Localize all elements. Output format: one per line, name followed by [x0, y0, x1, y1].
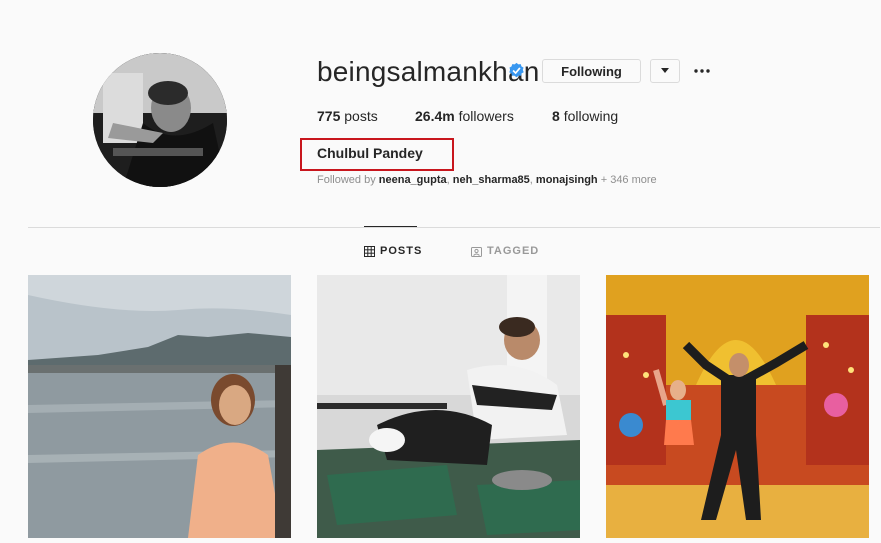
followed-by-text[interactable]: Followed by neena_gupta, neh_sharma85, m… [317, 174, 657, 186]
active-tab-indicator [364, 226, 417, 227]
post-thumbnail[interactable] [28, 275, 291, 538]
followed-by-more: + 346 more [600, 174, 657, 186]
followers-count-label: followers [458, 108, 514, 124]
suggested-dropdown-button[interactable] [650, 59, 680, 83]
followed-by-user[interactable]: monajsingh [536, 174, 598, 186]
tab-posts-label: POSTS [380, 245, 423, 257]
grid-icon [364, 245, 375, 257]
following-count-label: following [563, 108, 619, 124]
more-options-icon [694, 69, 710, 73]
following-link[interactable]: 8 following [552, 108, 618, 124]
more-options-button[interactable] [690, 62, 714, 80]
posts-count-value: 775 [317, 108, 341, 124]
caret-down-icon [661, 68, 669, 73]
posts-count: 775 posts [317, 108, 378, 124]
following-button[interactable]: Following [542, 59, 641, 83]
post-thumbnail[interactable] [606, 275, 869, 538]
tagged-icon [471, 246, 482, 257]
profile-username: beingsalmankhan [317, 56, 540, 87]
verified-badge-icon [509, 62, 524, 78]
following-count-value: 8 [552, 108, 560, 124]
profile-avatar[interactable] [93, 53, 227, 187]
tabs-divider [28, 227, 880, 228]
profile-full-name: Chulbul Pandey [317, 145, 423, 161]
followers-count-value: 26.4m [415, 108, 455, 124]
followed-by-user[interactable]: neh_sharma85 [453, 174, 530, 186]
followed-by-user[interactable]: neena_gupta [379, 174, 447, 186]
followers-link[interactable]: 26.4m followers [415, 108, 514, 124]
followed-by-prefix: Followed by [317, 174, 376, 186]
tab-tagged[interactable]: TAGGED [471, 245, 539, 257]
posts-count-label: posts [344, 108, 378, 124]
post-thumbnail[interactable] [317, 275, 580, 538]
tab-posts[interactable]: POSTS [364, 245, 422, 257]
tab-tagged-label: TAGGED [487, 245, 540, 257]
